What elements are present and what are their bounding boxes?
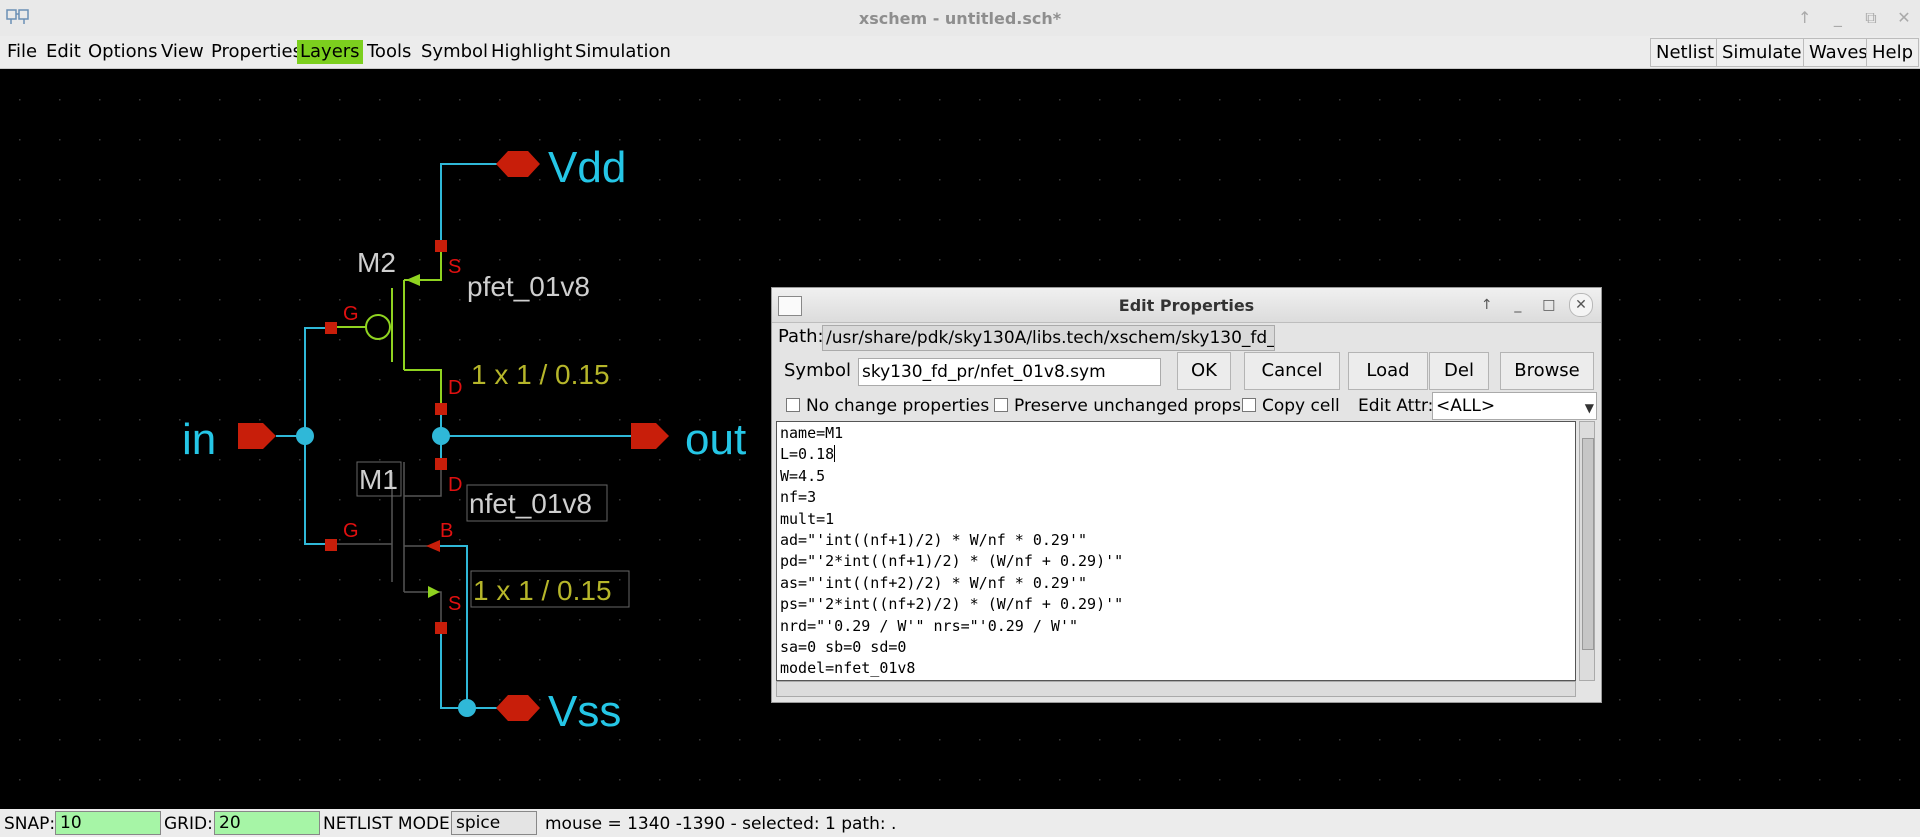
m2-label: M2 bbox=[357, 247, 396, 278]
checkbox-box bbox=[786, 398, 800, 412]
pfet-model-label: pfet_01v8 bbox=[467, 271, 590, 302]
dialog-keep-above-icon[interactable]: ↑ bbox=[1476, 294, 1498, 316]
property-line: L=0.18 bbox=[780, 445, 835, 464]
properties-textarea[interactable]: name=M1 L=0.18 W=4.5 nf=3 mult=1 ad="'in… bbox=[776, 421, 1576, 681]
property-line-cursor-row: L=0.18 bbox=[780, 444, 1572, 465]
property-line: pd="'2*int((nf+1)/2) * (W/nf + 0.29)'" bbox=[780, 552, 1124, 571]
menu-simulation[interactable]: Simulation bbox=[572, 40, 674, 64]
property-line: mult=1 bbox=[780, 509, 835, 528]
status-message: mouse = 1340 -1390 - selected: 1 path: . bbox=[545, 814, 897, 834]
dialog-titlebar[interactable]: Edit Properties ↑ _ □ ✕ bbox=[772, 288, 1601, 323]
preserve-unchanged-props-checkbox[interactable]: Preserve unchanged props bbox=[994, 396, 1241, 416]
waves-button[interactable]: Waves bbox=[1803, 38, 1874, 67]
symbol-label: Symbol bbox=[784, 360, 852, 381]
vss-label: Vss bbox=[548, 687, 621, 736]
window-title: xschem - untitled.sch* bbox=[858, 9, 1062, 28]
edit-attr-select[interactable]: <ALL> ▼ bbox=[1432, 392, 1597, 420]
vdd-label: Vdd bbox=[548, 143, 626, 192]
netlist-mode-field[interactable]: spice bbox=[451, 811, 537, 835]
property-line: sa=0 sb=0 sd=0 bbox=[780, 638, 907, 657]
nfet-size-label: 1 x 1 / 0.15 bbox=[473, 575, 612, 606]
nmos-pin-d: D bbox=[448, 474, 462, 496]
m1-label: M1 bbox=[359, 464, 398, 495]
del-button[interactable]: Del bbox=[1429, 352, 1489, 390]
menu-tools[interactable]: Tools bbox=[364, 40, 414, 64]
pmos-pin-d: D bbox=[448, 377, 462, 399]
snap-input[interactable]: 10 bbox=[55, 811, 161, 835]
ok-button[interactable]: OK bbox=[1177, 352, 1231, 390]
netlist-button[interactable]: Netlist bbox=[1650, 38, 1721, 67]
no-change-properties-checkbox[interactable]: No change properties bbox=[786, 396, 989, 416]
netlist-mode-label: NETLIST MODE: bbox=[323, 814, 456, 834]
text-cursor bbox=[834, 445, 836, 463]
copy-cell-checkbox[interactable]: Copy cell bbox=[1242, 396, 1340, 416]
menu-edit[interactable]: Edit bbox=[43, 40, 84, 64]
window-titlebar: xschem - untitled.sch* ↑ _ ⧉ ✕ bbox=[0, 0, 1920, 37]
load-button[interactable]: Load bbox=[1348, 352, 1428, 390]
menu-file[interactable]: File bbox=[4, 40, 40, 64]
symbol-input[interactable]: sky130_fd_pr/nfet_01v8.sym bbox=[858, 358, 1161, 386]
maximize-icon[interactable]: ⧉ bbox=[1861, 8, 1881, 28]
statusbar: SNAP: 10 GRID: 20 NETLIST MODE: spice mo… bbox=[0, 809, 1920, 837]
scrollbar-thumb[interactable] bbox=[1582, 438, 1594, 650]
menu-view[interactable]: View bbox=[158, 40, 207, 64]
grid-input[interactable]: 20 bbox=[214, 811, 320, 835]
property-line: nf=3 bbox=[780, 488, 817, 507]
edit-attr-value: <ALL> bbox=[1436, 396, 1496, 416]
help-button[interactable]: Help bbox=[1866, 38, 1920, 67]
edit-properties-dialog: Edit Properties ↑ _ □ ✕ Path: /usr/share… bbox=[771, 287, 1602, 703]
menu-options[interactable]: Options bbox=[85, 40, 160, 64]
menu-highlight[interactable]: Highlight bbox=[488, 40, 575, 64]
property-line: ad="'int((nf+1)/2) * W/nf * 0.29'" bbox=[780, 531, 1088, 550]
menubar: File Edit Options View Properties Layers… bbox=[0, 36, 1920, 69]
close-icon[interactable]: ✕ bbox=[1894, 8, 1914, 27]
dialog-close-icon[interactable]: ✕ bbox=[1569, 293, 1593, 317]
cancel-button[interactable]: Cancel bbox=[1244, 352, 1340, 390]
in-label: in bbox=[182, 415, 216, 464]
nmos-pin-s: S bbox=[448, 593, 461, 615]
dialog-minimize-icon[interactable]: _ bbox=[1507, 294, 1529, 316]
vertical-scrollbar[interactable] bbox=[1579, 421, 1595, 681]
path-field[interactable]: /usr/share/pdk/sky130A/libs.tech/xschem/… bbox=[822, 325, 1275, 351]
keep-above-icon[interactable]: ↑ bbox=[1795, 8, 1815, 27]
pfet-size-label: 1 x 1 / 0.15 bbox=[471, 359, 610, 390]
nfet-model-label: nfet_01v8 bbox=[469, 488, 592, 519]
minimize-icon[interactable]: _ bbox=[1828, 8, 1848, 27]
checkbox-box bbox=[1242, 398, 1256, 412]
nmos-pin-b: B bbox=[440, 520, 453, 542]
property-line: as="'int((nf+2)/2) * W/nf * 0.29'" bbox=[780, 573, 1088, 592]
property-line: W=4.5 bbox=[780, 466, 826, 485]
property-line: name=M1 bbox=[780, 424, 844, 442]
simulate-button[interactable]: Simulate bbox=[1716, 38, 1808, 67]
pmos-pin-g: G bbox=[343, 303, 359, 325]
browse-button[interactable]: Browse bbox=[1500, 352, 1594, 390]
menu-symbol[interactable]: Symbol bbox=[418, 40, 491, 64]
dropdown-arrow-icon: ▼ bbox=[1584, 401, 1594, 415]
horizontal-scrollbar[interactable] bbox=[776, 681, 1576, 697]
no-change-properties-label: No change properties bbox=[806, 396, 990, 416]
property-line: model=nfet_01v8 bbox=[780, 659, 916, 678]
menu-properties[interactable]: Properties bbox=[208, 40, 305, 64]
path-label: Path: bbox=[778, 326, 824, 347]
dialog-maximize-icon[interactable]: □ bbox=[1538, 294, 1560, 316]
nmos-pin-g: G bbox=[343, 520, 359, 542]
snap-label: SNAP: bbox=[4, 814, 56, 834]
copy-cell-label: Copy cell bbox=[1262, 396, 1340, 416]
pmos-pin-s: S bbox=[448, 256, 461, 278]
menu-layers[interactable]: Layers bbox=[297, 40, 363, 64]
property-line: nrd="'0.29 / W'" nrs="'0.29 / W'" bbox=[780, 616, 1079, 635]
grid-label: GRID: bbox=[164, 814, 213, 834]
out-label: out bbox=[685, 415, 746, 464]
edit-attr-label: Edit Attr: bbox=[1358, 396, 1434, 416]
preserve-unchanged-props-label: Preserve unchanged props bbox=[1014, 396, 1242, 416]
property-line: ps="'2*int((nf+2)/2) * (W/nf + 0.29)'" bbox=[780, 595, 1124, 614]
checkbox-box bbox=[994, 398, 1008, 412]
